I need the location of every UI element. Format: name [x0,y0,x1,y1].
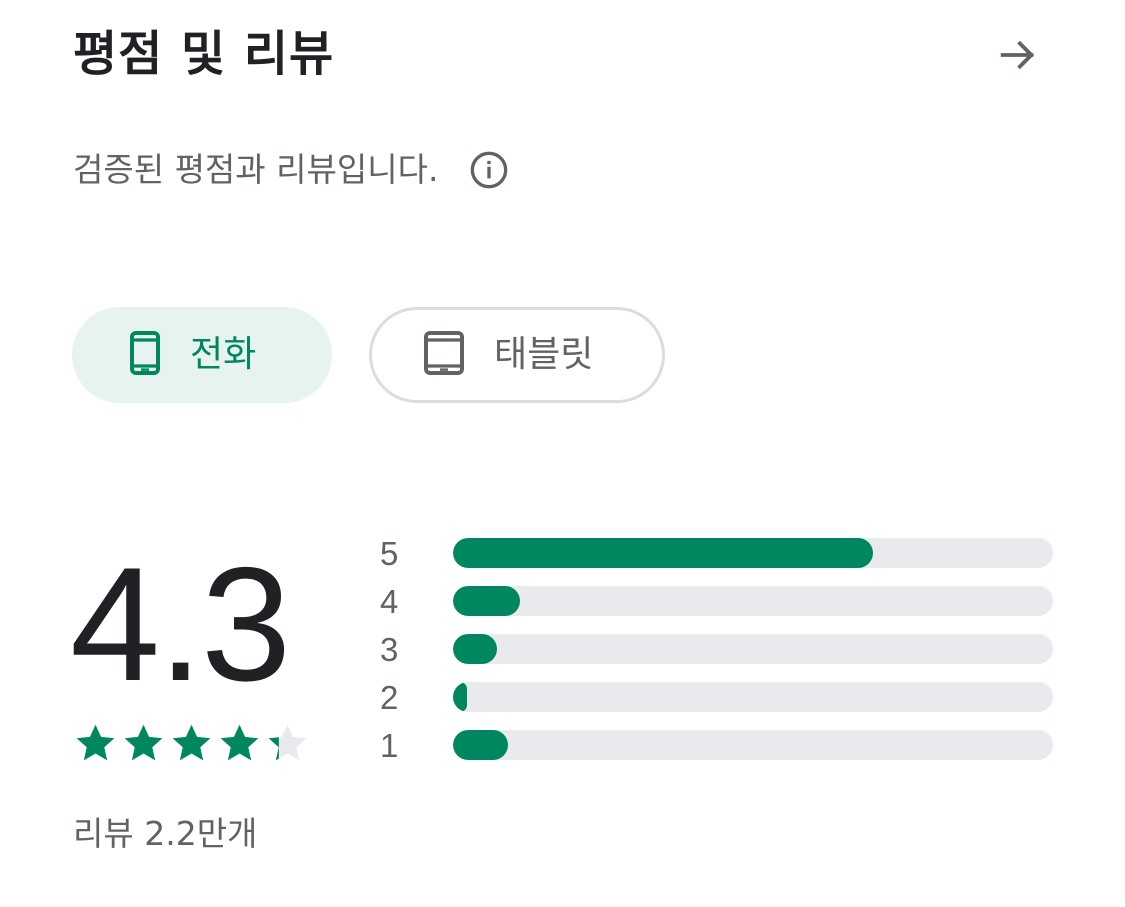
average-rating: 4.3 [70,534,291,715]
histogram-bar-fill [453,682,467,712]
histogram-label: 1 [380,727,399,764]
tab-tablet-label: 태블릿 [494,334,594,375]
histogram-bar-fill [453,634,497,664]
histogram-bar-track [453,634,1053,664]
histogram-label: 5 [380,535,399,572]
histogram-bar-fill [453,586,520,616]
section-header: 평점 및 리뷰 [73,18,1043,98]
tab-tablet[interactable]: 태블릿 [369,307,665,403]
histogram-bar-track [453,730,1053,760]
histogram-bar-fill [453,730,508,760]
star-icon [172,724,211,761]
info-icon[interactable] [468,149,510,191]
rating-histogram: 5 4 3 2 1 [380,530,1060,770]
ratings-and-reviews-section: 평점 및 리뷰 검증된 평점과 리뷰입니다. 전화 태블릿 4.3 리뷰 2.2… [0,0,1125,907]
star-icon [268,724,307,761]
histogram-row-5: 5 [380,530,1060,578]
verified-note: 검증된 평점과 리뷰입니다. [73,140,510,200]
histogram-bar-fill [453,538,873,568]
verified-note-text: 검증된 평점과 리뷰입니다. [73,150,439,189]
star-icon [76,724,115,761]
histogram-bar-track [453,682,1053,712]
arrow-right-icon[interactable] [993,30,1043,80]
histogram-label: 4 [380,583,399,620]
phone-icon [130,331,160,379]
histogram-label: 3 [380,631,399,668]
histogram-bar-track [453,586,1053,616]
histogram-label: 2 [380,679,399,716]
histogram-bar-track [453,538,1053,568]
review-count: 리뷰 2.2만개 [73,814,258,853]
histogram-row-2: 2 [380,674,1060,722]
star-icon [124,724,163,761]
histogram-row-3: 3 [380,626,1060,674]
star-icon [220,724,259,761]
histogram-row-1: 1 [380,722,1060,770]
tab-phone-label: 전화 [190,334,257,375]
histogram-row-4: 4 [380,578,1060,626]
section-title: 평점 및 리뷰 [73,26,335,82]
tab-phone[interactable]: 전화 [72,307,332,403]
star-rating [74,722,309,765]
tablet-icon [424,331,464,379]
